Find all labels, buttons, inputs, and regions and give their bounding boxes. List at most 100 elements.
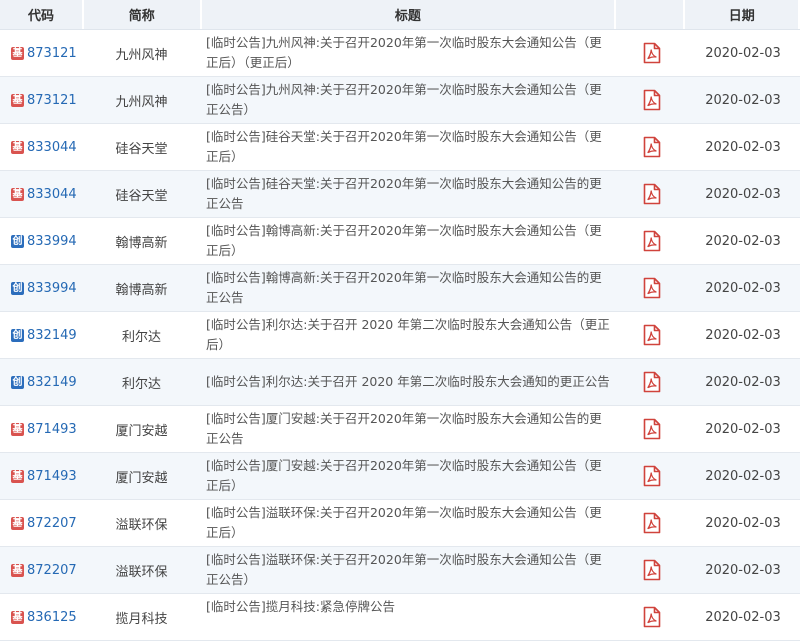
announcement-title[interactable]: [临时公告]厦门安越:关于召开2020年第一次临时股东大会通知公告的更正公告	[200, 406, 618, 452]
stock-code-link[interactable]: 873121	[27, 46, 77, 61]
table-row: 基 833044 硅谷天堂 [临时公告]硅谷天堂:关于召开2020年第一次临时股东大会…	[0, 124, 800, 171]
market-badge: 基	[11, 563, 24, 577]
announcement-title[interactable]: [临时公告]硅谷天堂:关于召开2020年第一次临时股东大会通知公告的更正公告	[200, 171, 618, 217]
market-badge: 基	[11, 516, 24, 530]
market-badge: 基	[11, 610, 24, 624]
pdf-download-button[interactable]	[618, 594, 686, 640]
pdf-file-icon-svg	[643, 277, 661, 299]
pdf-download-button[interactable]	[618, 453, 686, 499]
pdf-download-button[interactable]	[618, 265, 686, 311]
market-badge: 基	[11, 140, 24, 154]
pdf-file-icon[interactable]	[643, 230, 661, 252]
table-row: 基 833044 硅谷天堂 [临时公告]硅谷天堂:关于召开2020年第一次临时股东大会…	[0, 171, 800, 218]
stock-code-link[interactable]: 832149	[27, 328, 77, 343]
pdf-file-icon[interactable]	[643, 465, 661, 487]
announcement-date: 2020-02-03	[705, 515, 781, 531]
announcement-date: 2020-02-03	[705, 186, 781, 202]
announcement-date: 2020-02-03	[705, 139, 781, 155]
announcement-date: 2020-02-03	[705, 468, 781, 484]
stock-name: 厦门安越	[115, 423, 168, 439]
stock-code-link[interactable]: 832149	[27, 375, 77, 390]
pdf-file-icon-svg	[643, 183, 661, 205]
pdf-file-icon[interactable]	[643, 418, 661, 440]
stock-code-link[interactable]: 833044	[27, 187, 77, 202]
pdf-file-icon-svg	[643, 559, 661, 581]
announcement-date: 2020-02-03	[705, 327, 781, 343]
announcement-title[interactable]: [临时公告]翰博高新:关于召开2020年第一次临时股东大会通知公告的更正公告	[200, 265, 618, 311]
announcement-title[interactable]: [临时公告]溢联环保:关于召开2020年第一次临时股东大会通知公告（更正后）	[200, 500, 618, 546]
stock-code-link[interactable]: 871493	[27, 469, 77, 484]
announcement-title[interactable]: [临时公告]厦门安越:关于召开2020年第一次临时股东大会通知公告（更正后）	[200, 453, 618, 499]
pdf-file-icon[interactable]	[643, 136, 661, 158]
announcement-title[interactable]: [临时公告]翰博高新:关于召开2020年第一次临时股东大会通知公告（更正后）	[200, 218, 618, 264]
stock-code-link[interactable]: 872207	[27, 516, 77, 531]
table-row: 基 873121 九州风神 [临时公告]九州风神:关于召开2020年第一次临时股东大会…	[0, 30, 800, 77]
pdf-file-icon[interactable]	[643, 89, 661, 111]
announcement-date: 2020-02-03	[705, 609, 781, 625]
announcement-title[interactable]: [临时公告]揽月科技:紧急停牌公告	[200, 594, 618, 640]
stock-code-link[interactable]: 871493	[27, 422, 77, 437]
announcement-title[interactable]: [临时公告]九州风神:关于召开2020年第一次临时股东大会通知公告（更正公告）	[200, 77, 618, 123]
stock-name: 厦门安越	[115, 470, 168, 486]
pdf-download-button[interactable]	[618, 547, 686, 593]
pdf-file-icon-svg	[643, 371, 661, 393]
announcement-title[interactable]: [临时公告]利尔达:关于召开 2020 年第二次临时股东大会通知公告（更正后）	[200, 312, 618, 358]
pdf-download-button[interactable]	[618, 500, 686, 546]
code-cell: 基 872207	[0, 547, 83, 593]
announcement-date: 2020-02-03	[705, 92, 781, 108]
market-badge: 基	[11, 187, 24, 201]
stock-code-link[interactable]: 833044	[27, 140, 77, 155]
pdf-download-button[interactable]	[618, 77, 686, 123]
stock-name: 利尔达	[121, 376, 161, 392]
pdf-file-icon[interactable]	[643, 606, 661, 628]
pdf-file-icon[interactable]	[643, 183, 661, 205]
stock-code-link[interactable]: 833994	[27, 281, 77, 296]
table-row: 创 833994 翰博高新 [临时公告]翰博高新:关于召开2020年第一次临时股东大会…	[0, 265, 800, 312]
pdf-file-icon[interactable]	[643, 371, 661, 393]
market-badge: 基	[11, 469, 24, 483]
announcement-date: 2020-02-03	[705, 233, 781, 249]
announcement-title[interactable]: [临时公告]溢联环保:关于召开2020年第一次临时股东大会通知公告（更正公告）	[200, 547, 618, 593]
table-row: 基 873121 九州风神 [临时公告]九州风神:关于召开2020年第一次临时股东大会…	[0, 77, 800, 124]
code-cell: 基 872207	[0, 500, 83, 546]
announcement-title[interactable]: [临时公告]硅谷天堂:关于召开2020年第一次临时股东大会通知公告（更正后）	[200, 124, 618, 170]
pdf-file-icon-svg	[643, 512, 661, 534]
table-row: 基 871493 厦门安越 [临时公告]厦门安越:关于召开2020年第一次临时股东大会…	[0, 406, 800, 453]
pdf-file-icon[interactable]	[643, 559, 661, 581]
market-badge: 创	[11, 234, 24, 248]
stock-name: 溢联环保	[115, 564, 168, 580]
pdf-download-button[interactable]	[618, 30, 686, 76]
pdf-file-icon[interactable]	[643, 324, 661, 346]
stock-name: 九州风神	[115, 94, 168, 110]
announcement-title[interactable]: [临时公告]九州风神:关于召开2020年第一次临时股东大会通知公告（更正后）（更…	[200, 30, 618, 76]
announcement-date: 2020-02-03	[705, 45, 781, 61]
pdf-file-icon[interactable]	[643, 42, 661, 64]
stock-code-link[interactable]: 833994	[27, 234, 77, 249]
stock-name: 九州风神	[115, 47, 168, 63]
pdf-download-button[interactable]	[618, 312, 686, 358]
announcement-date: 2020-02-03	[705, 421, 781, 437]
stock-name: 揽月科技	[115, 611, 168, 627]
code-cell: 创 833994	[0, 218, 83, 264]
pdf-file-icon-svg	[643, 230, 661, 252]
stock-name: 翰博高新	[115, 235, 168, 251]
stock-code-link[interactable]: 873121	[27, 93, 77, 108]
pdf-file-icon[interactable]	[643, 512, 661, 534]
stock-code-link[interactable]: 872207	[27, 563, 77, 578]
stock-name: 翰博高新	[115, 282, 168, 298]
code-cell: 创 833994	[0, 265, 83, 311]
code-cell: 基 871493	[0, 453, 83, 499]
pdf-file-icon[interactable]	[643, 277, 661, 299]
market-badge: 基	[11, 422, 24, 436]
announcement-title[interactable]: [临时公告]利尔达:关于召开 2020 年第二次临时股东大会通知的更正公告	[200, 359, 618, 405]
pdf-download-button[interactable]	[618, 171, 686, 217]
table-row: 基 872207 溢联环保 [临时公告]溢联环保:关于召开2020年第一次临时股东大会…	[0, 547, 800, 594]
stock-code-link[interactable]: 836125	[27, 610, 77, 625]
pdf-download-button[interactable]	[618, 359, 686, 405]
pdf-download-button[interactable]	[618, 218, 686, 264]
pdf-download-button[interactable]	[618, 124, 686, 170]
market-badge: 创	[11, 375, 24, 389]
announcement-date: 2020-02-03	[705, 280, 781, 296]
pdf-download-button[interactable]	[618, 406, 686, 452]
table-row: 基 871493 厦门安越 [临时公告]厦门安越:关于召开2020年第一次临时股东大会…	[0, 453, 800, 500]
